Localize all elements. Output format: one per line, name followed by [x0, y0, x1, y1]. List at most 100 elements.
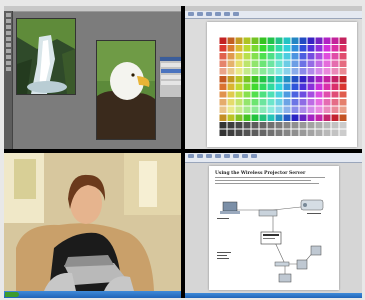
color-swatch [291, 91, 299, 98]
color-swatch [235, 37, 243, 44]
color-swatch [267, 60, 275, 67]
color-swatch [227, 68, 235, 75]
photo-editor-titlebar[interactable] [4, 6, 181, 12]
color-swatch [275, 83, 283, 91]
color-swatch [251, 52, 259, 60]
color-swatch [283, 98, 291, 106]
color-swatch [291, 52, 299, 60]
color-swatch [339, 91, 347, 98]
color-swatch [227, 129, 235, 137]
color-swatch [315, 75, 323, 83]
color-swatch [219, 75, 227, 83]
color-swatch [307, 98, 315, 106]
color-swatch [243, 37, 251, 44]
video-conference-window[interactable] [4, 153, 181, 298]
color-swatch [259, 52, 267, 60]
color-swatch [267, 45, 275, 52]
color-swatch [219, 60, 227, 67]
color-swatch [235, 52, 243, 60]
color-swatch [235, 91, 243, 98]
color-swatch [267, 68, 275, 75]
color-swatch [243, 52, 251, 60]
color-swatch [275, 122, 283, 129]
color-swatch [219, 114, 227, 121]
color-swatch [267, 114, 275, 121]
layers-palette-icon[interactable] [159, 56, 181, 98]
start-button-icon[interactable] [5, 292, 19, 297]
color-swatch [259, 83, 267, 91]
color-swatch [299, 52, 307, 60]
color-swatch [259, 106, 267, 114]
color-swatch [283, 60, 291, 67]
color-swatch [243, 106, 251, 114]
color-swatch [323, 52, 331, 60]
color-swatch [275, 129, 283, 137]
color-swatch [219, 106, 227, 114]
color-swatch [275, 37, 283, 44]
color-swatch [227, 98, 235, 106]
color-swatch [235, 106, 243, 114]
color-swatch [227, 60, 235, 67]
color-swatch [283, 106, 291, 114]
presentation-ribbon[interactable] [185, 153, 362, 163]
color-swatch [307, 122, 315, 129]
color-swatch [331, 129, 339, 137]
color-swatch [283, 45, 291, 52]
color-swatch [291, 98, 299, 106]
color-swatch [251, 75, 259, 83]
color-swatch [227, 37, 235, 44]
color-swatch [227, 91, 235, 98]
color-swatch [323, 60, 331, 67]
color-swatch [267, 106, 275, 114]
color-swatch [275, 91, 283, 98]
color-swatch [243, 83, 251, 91]
color-swatch [259, 45, 267, 52]
document-ribbon[interactable] [185, 11, 362, 19]
color-swatch [331, 98, 339, 106]
color-swatch [323, 68, 331, 75]
color-swatch [243, 60, 251, 67]
color-swatch [227, 114, 235, 121]
color-swatch [283, 83, 291, 91]
color-swatch [227, 122, 235, 129]
photo-editor-window[interactable] [4, 6, 181, 149]
laptop-icon [220, 201, 240, 214]
projector-icon [300, 199, 324, 211]
color-swatch [259, 75, 267, 83]
waterfall-photo-document[interactable] [16, 18, 76, 95]
color-swatch [283, 129, 291, 137]
color-swatch [283, 68, 291, 75]
color-swatch [315, 52, 323, 60]
color-swatch [331, 68, 339, 75]
color-swatch [235, 75, 243, 83]
color-swatch [251, 91, 259, 98]
color-swatch [267, 122, 275, 129]
color-swatch-grid [219, 37, 347, 137]
color-swatch [291, 114, 299, 121]
color-swatch [339, 45, 347, 52]
color-swatch [219, 83, 227, 91]
color-swatch [339, 106, 347, 114]
color-swatch [219, 122, 227, 129]
color-swatch [251, 45, 259, 52]
color-swatch [267, 98, 275, 106]
color-swatch [259, 37, 267, 44]
toolbox-icon[interactable] [4, 11, 13, 149]
color-swatch [291, 37, 299, 44]
color-chart-window[interactable] [185, 6, 362, 149]
color-swatch [283, 75, 291, 83]
color-swatch [323, 37, 331, 44]
color-swatch [339, 83, 347, 91]
color-swatch [307, 114, 315, 121]
color-swatch [227, 52, 235, 60]
color-swatch [299, 37, 307, 44]
color-swatch [275, 114, 283, 121]
taskbar-right [185, 293, 362, 298]
presentation-window[interactable]: Using the Wireless Projector Server [185, 153, 362, 298]
color-swatch [259, 60, 267, 67]
color-swatch [307, 91, 315, 98]
color-swatch [251, 114, 259, 121]
color-swatch [307, 37, 315, 44]
eagle-photo-document[interactable] [96, 40, 156, 140]
color-swatch [323, 45, 331, 52]
